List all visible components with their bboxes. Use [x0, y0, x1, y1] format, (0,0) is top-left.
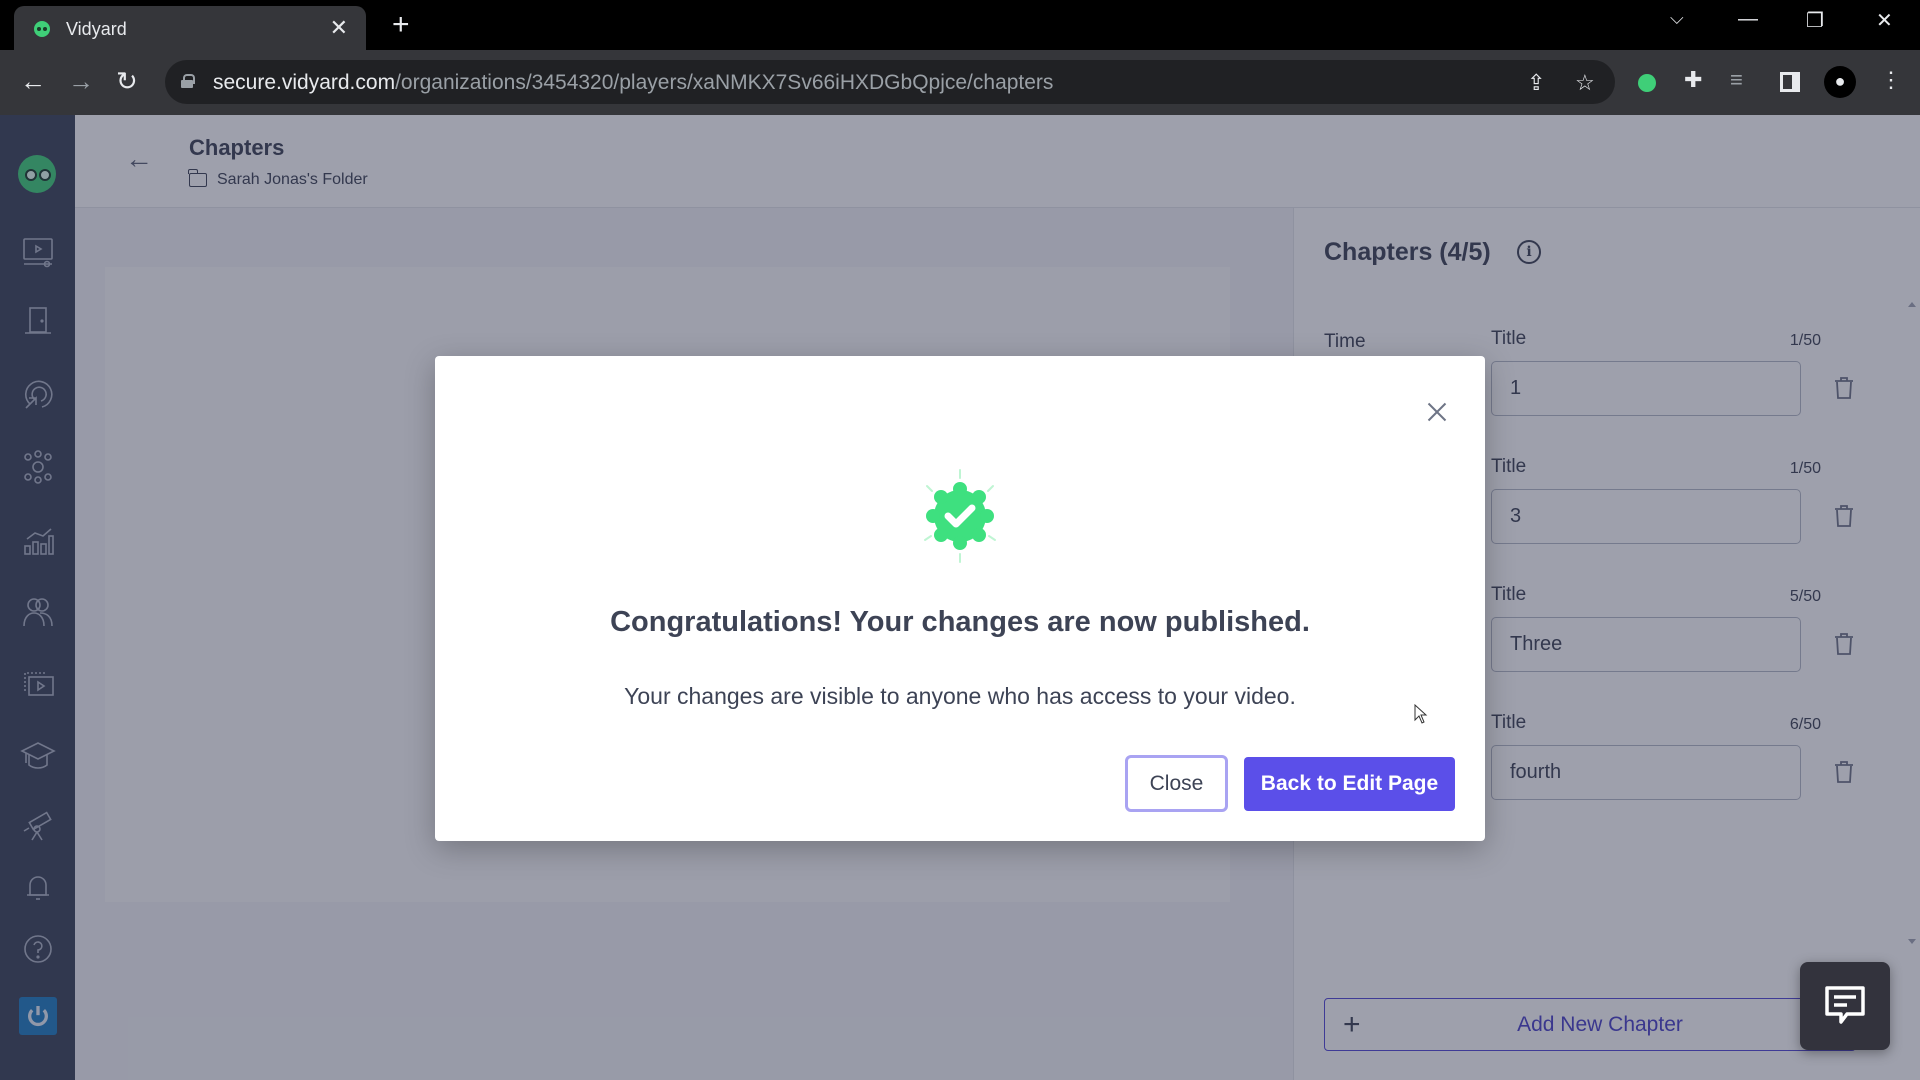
browser-tab-bar: Vidyard ✕ + ⌵ — ❐ ✕: [0, 0, 1920, 50]
back-arrow-icon[interactable]: ←: [20, 66, 46, 97]
vidyard-favicon-icon: [34, 21, 50, 37]
more-menu-icon[interactable]: ⋮: [1880, 67, 1902, 93]
close-button[interactable]: Close: [1125, 755, 1228, 812]
chat-widget-button[interactable]: [1800, 962, 1890, 1050]
modal-close-icon[interactable]: [1425, 400, 1449, 424]
tab-close-icon[interactable]: ✕: [330, 15, 348, 41]
chat-bubble-icon: [1825, 986, 1865, 1024]
vidyard-extension-icon[interactable]: [1638, 74, 1656, 92]
publish-success-modal: Congratulations! Your changes are now pu…: [435, 356, 1485, 841]
reload-icon[interactable]: ↻: [116, 66, 138, 97]
mouse-cursor-icon: [1414, 704, 1428, 724]
share-icon[interactable]: ⇪: [1527, 70, 1545, 96]
browser-toolbar: ← → ↻ secure.vidyard.com/organizations/3…: [0, 50, 1920, 115]
restore-icon[interactable]: ❐: [1806, 8, 1824, 33]
success-badge-icon: [924, 469, 996, 563]
address-bar[interactable]: secure.vidyard.com/organizations/3454320…: [165, 60, 1615, 104]
tab-search-chevron-icon[interactable]: ⌵: [1670, 8, 1684, 29]
back-to-edit-page-button[interactable]: Back to Edit Page: [1244, 757, 1455, 811]
minimize-icon[interactable]: —: [1738, 8, 1758, 31]
modal-description: Your changes are visible to anyone who h…: [624, 683, 1296, 709]
forward-arrow-icon[interactable]: →: [68, 66, 94, 97]
profile-icon[interactable]: ●: [1824, 66, 1856, 98]
bookmark-star-icon[interactable]: ☆: [1575, 70, 1595, 96]
window-close-icon[interactable]: ✕: [1876, 8, 1893, 33]
lock-icon: [181, 74, 195, 88]
new-tab-icon[interactable]: +: [392, 8, 410, 42]
extensions-puzzle-icon[interactable]: ✚: [1684, 67, 1702, 93]
tab-title: Vidyard: [66, 19, 127, 39]
modal-title: Congratulations! Your changes are now pu…: [610, 606, 1310, 638]
url-text[interactable]: secure.vidyard.com/organizations/3454320…: [213, 71, 1053, 95]
media-control-icon[interactable]: ≡: [1730, 67, 1743, 93]
browser-tab[interactable]: Vidyard ✕: [14, 6, 366, 50]
side-panel-icon[interactable]: [1780, 72, 1800, 92]
